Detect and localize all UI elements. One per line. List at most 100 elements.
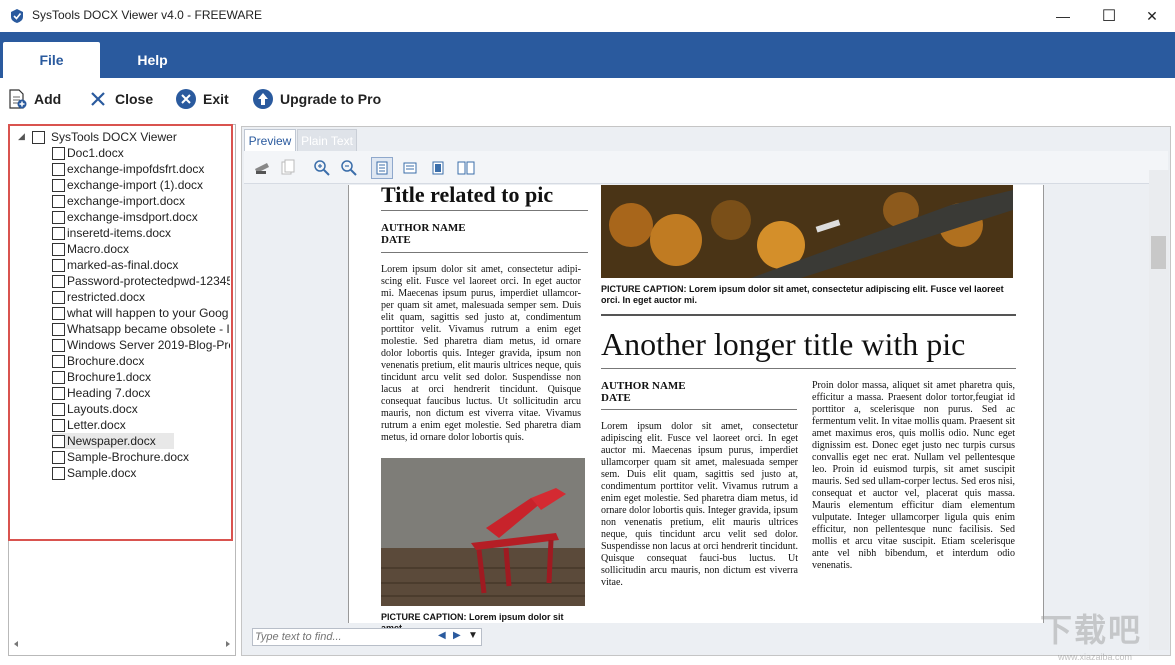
file-label: Newspaper.docx xyxy=(67,434,156,448)
file-label: Password-protectedpwd-12345 xyxy=(67,274,230,288)
tree-horizontal-scrollbar[interactable] xyxy=(12,637,232,651)
fit-page-icon[interactable] xyxy=(371,157,393,179)
file-checkbox[interactable] xyxy=(52,290,65,304)
file-checkbox[interactable] xyxy=(52,370,65,384)
file-label: Doc1.docx xyxy=(67,146,124,160)
file-label: Layouts.docx xyxy=(67,402,138,416)
exit-label: Exit xyxy=(203,91,229,107)
tree-file-item[interactable]: Macro.docx xyxy=(52,241,230,257)
tree-file-item[interactable]: Layouts.docx xyxy=(52,401,230,417)
file-label: exchange-import.docx xyxy=(67,194,186,208)
find-next-icon[interactable]: ▶ xyxy=(453,630,461,641)
tree-file-item[interactable]: Windows Server 2019-Blog-Pre xyxy=(52,337,230,353)
scrollbar-thumb[interactable] xyxy=(1151,236,1166,269)
file-checkbox[interactable] xyxy=(52,210,65,224)
print-icon[interactable] xyxy=(251,157,273,179)
close-label: Close xyxy=(115,91,154,107)
watermark-logo: 下载吧 xyxy=(1040,612,1143,648)
close-icon: ✕ xyxy=(1146,7,1158,24)
file-label: Windows Server 2019-Blog-Pre xyxy=(67,338,230,352)
tree-root-label: SysTools DOCX Viewer xyxy=(51,130,177,144)
add-file-icon xyxy=(6,88,28,110)
tab-preview[interactable]: Preview xyxy=(244,129,296,151)
tree-file-item[interactable]: exchange-imsdport.docx xyxy=(52,209,230,225)
file-label: Macro.docx xyxy=(67,242,130,256)
file-checkbox[interactable] xyxy=(52,466,65,480)
file-checkbox[interactable] xyxy=(52,402,65,416)
single-page-icon[interactable] xyxy=(427,157,449,179)
tree-expand-icon[interactable]: ◢ xyxy=(18,131,25,142)
copy-icon[interactable] xyxy=(277,157,299,179)
add-button[interactable]: Add xyxy=(6,86,61,112)
tree-file-item[interactable]: Newspaper.docx xyxy=(52,433,174,449)
root-checkbox[interactable] xyxy=(32,130,45,144)
upgrade-arrow-icon xyxy=(252,88,274,110)
find-previous-icon[interactable]: ◀ xyxy=(438,630,446,641)
file-checkbox[interactable] xyxy=(52,434,65,448)
file-checkbox[interactable] xyxy=(52,306,65,320)
file-checkbox[interactable] xyxy=(52,418,65,432)
body-text-1: Lorem ipsum dolor sit amet, consectetur … xyxy=(381,264,581,443)
file-checkbox[interactable] xyxy=(52,178,65,192)
file-checkbox[interactable] xyxy=(52,354,65,368)
maximize-icon: ☐ xyxy=(1101,8,1117,25)
file-checkbox[interactable] xyxy=(52,450,65,464)
file-checkbox[interactable] xyxy=(52,274,65,288)
file-checkbox[interactable] xyxy=(52,386,65,400)
file-checkbox[interactable] xyxy=(52,226,65,240)
file-checkbox[interactable] xyxy=(52,146,65,160)
close-window-button[interactable]: ✕ xyxy=(1129,0,1175,32)
file-checkbox[interactable] xyxy=(52,242,65,256)
upgrade-label: Upgrade to Pro xyxy=(280,91,382,107)
tree-file-item[interactable]: Password-protectedpwd-12345 xyxy=(52,273,230,289)
file-checkbox[interactable] xyxy=(52,322,65,336)
file-checkbox[interactable] xyxy=(52,194,65,208)
tree-file-item[interactable]: exchange-impofdsfrt.docx xyxy=(52,161,230,177)
add-label: Add xyxy=(34,91,62,107)
exit-circle-icon xyxy=(175,88,197,110)
file-checkbox[interactable] xyxy=(52,162,65,176)
file-label: Sample-Brochure.docx xyxy=(67,450,190,464)
find-input[interactable] xyxy=(255,630,430,644)
tree-file-item[interactable]: exchange-import.docx xyxy=(52,193,230,209)
maximize-button[interactable]: ☐ xyxy=(1086,0,1132,32)
tree-file-item[interactable]: Letter.docx xyxy=(52,417,230,433)
rule xyxy=(601,368,1016,369)
tree-file-item[interactable]: Sample.docx xyxy=(52,465,230,481)
rule xyxy=(381,210,588,211)
minimize-button[interactable]: — xyxy=(1040,0,1086,32)
file-checkbox[interactable] xyxy=(52,258,65,272)
picture-caption-top: PICTURE CAPTION: Lorem ipsum dolor sit a… xyxy=(601,284,1004,305)
close-file-button[interactable]: Close xyxy=(87,86,153,112)
tree-file-item[interactable]: Brochure1.docx xyxy=(52,369,230,385)
rule xyxy=(381,252,588,253)
tree-file-item[interactable]: exchange-import (1).docx xyxy=(52,177,230,193)
file-label: restricted.docx xyxy=(67,290,146,304)
find-options-icon[interactable]: ▼ xyxy=(468,630,478,641)
file-checkbox[interactable] xyxy=(52,338,65,352)
exit-button[interactable]: Exit xyxy=(175,86,229,112)
tree-file-item[interactable]: Doc1.docx xyxy=(52,145,230,161)
tree-file-item[interactable]: what will happen to your Goog xyxy=(52,305,230,321)
zoom-in-icon[interactable] xyxy=(311,157,333,179)
file-label: marked-as-final.docx xyxy=(67,258,179,272)
forest-photo xyxy=(601,185,1013,278)
doc-title-1: Title related to pic xyxy=(381,182,554,207)
tree-file-item[interactable]: inseretd-items.docx xyxy=(52,225,230,241)
tree-file-item[interactable]: marked-as-final.docx xyxy=(52,257,230,273)
tree-file-item[interactable]: Sample-Brochure.docx xyxy=(52,449,230,465)
tab-plain-text[interactable]: Plain Text xyxy=(297,129,357,151)
tab-file[interactable]: File xyxy=(3,42,100,78)
zoom-out-icon[interactable] xyxy=(338,157,360,179)
tree-root[interactable]: SysTools DOCX Viewer xyxy=(32,129,230,145)
fit-width-icon[interactable] xyxy=(399,157,421,179)
tree-file-item[interactable]: Brochure.docx xyxy=(52,353,230,369)
upgrade-button[interactable]: Upgrade to Pro xyxy=(252,86,381,112)
file-label: Sample.docx xyxy=(67,466,137,480)
tab-help[interactable]: Help xyxy=(105,42,200,78)
tree-file-item[interactable]: Heading 7.docx xyxy=(52,385,230,401)
tree-file-item[interactable]: Whatsapp became obsolete - I xyxy=(52,321,230,337)
rule xyxy=(601,314,1016,316)
tree-file-item[interactable]: restricted.docx xyxy=(52,289,230,305)
two-page-icon[interactable] xyxy=(455,157,477,179)
